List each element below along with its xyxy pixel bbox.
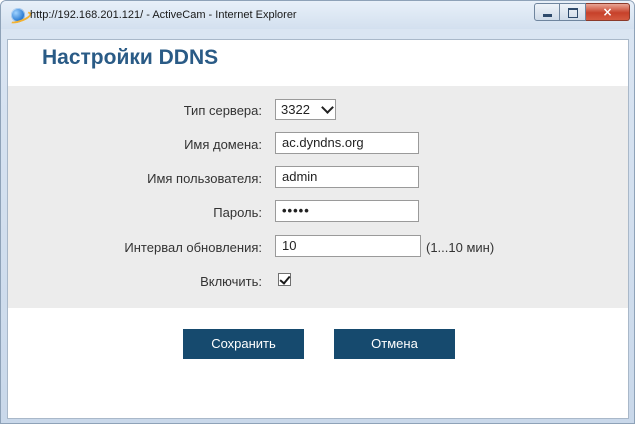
close-button[interactable]: × (586, 3, 630, 21)
checkmark-icon (279, 273, 291, 285)
maximize-icon (568, 8, 578, 18)
save-button[interactable]: Сохранить (183, 329, 304, 359)
update-interval-range: (1...10 мин) (426, 240, 495, 255)
page-content: Настройки DDNS Тип сервера: 3322 Имя дом… (7, 39, 629, 419)
ddns-settings-form: Тип сервера: 3322 Имя домена: ac.dyndns.… (8, 86, 628, 308)
page-title: Настройки DDNS (42, 46, 219, 69)
chevron-down-icon (321, 101, 334, 114)
window-title: http://192.168.201.121/ - ActiveCam - In… (30, 9, 297, 21)
server-type-select[interactable]: 3322 (275, 99, 336, 120)
internet-explorer-icon (11, 8, 25, 22)
update-interval-row: Интервал обновления: 10 (1...10 мин) (8, 235, 628, 259)
server-type-label: Тип сервера: (183, 103, 262, 118)
username-row: Имя пользователя: admin (8, 166, 628, 190)
minimize-icon (543, 14, 552, 17)
update-interval-input[interactable]: 10 (275, 235, 421, 257)
enable-checkbox[interactable] (278, 273, 291, 286)
username-label: Имя пользователя: (147, 171, 262, 186)
enable-row: Включить: (8, 269, 628, 293)
cancel-button[interactable]: Отмена (334, 329, 455, 359)
domain-input[interactable]: ac.dyndns.org (275, 132, 419, 154)
browser-window: http://192.168.201.121/ - ActiveCam - In… (0, 0, 635, 424)
window-titlebar[interactable]: http://192.168.201.121/ - ActiveCam - In… (1, 1, 634, 29)
password-label: Пароль: (213, 205, 262, 220)
close-icon: × (602, 5, 613, 19)
caption-buttons: × (534, 3, 630, 21)
password-row: Пароль: ••••• (8, 200, 628, 224)
maximize-button[interactable] (560, 3, 586, 21)
minimize-button[interactable] (534, 3, 560, 21)
enable-label: Включить: (200, 274, 262, 289)
server-type-row: Тип сервера: 3322 (8, 98, 628, 122)
password-input[interactable]: ••••• (275, 200, 419, 222)
username-input[interactable]: admin (275, 166, 419, 188)
domain-label: Имя домена: (184, 137, 262, 152)
update-interval-label: Интервал обновления: (124, 240, 262, 255)
server-type-value: 3322 (281, 102, 310, 117)
domain-row: Имя домена: ac.dyndns.org (8, 132, 628, 156)
